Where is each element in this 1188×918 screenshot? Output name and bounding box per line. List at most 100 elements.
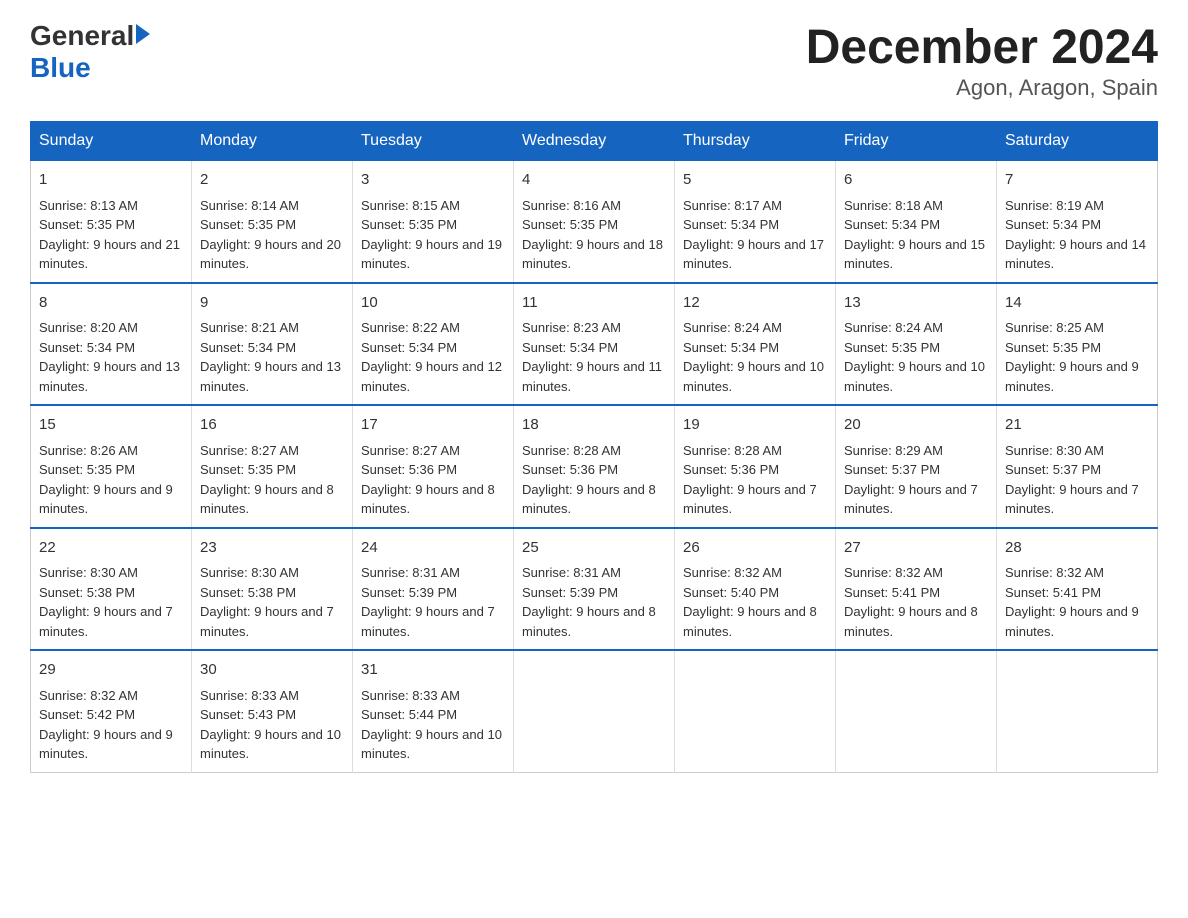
logo-arrow-icon <box>136 24 150 44</box>
sunrise-info: Sunrise: 8:24 AM <box>683 318 827 338</box>
location-title: Agon, Aragon, Spain <box>806 75 1158 101</box>
day-number: 24 <box>361 537 505 560</box>
daylight-info: Daylight: 9 hours and 10 minutes. <box>200 725 344 764</box>
day-number: 11 <box>522 292 666 315</box>
calendar-cell: 17 Sunrise: 8:27 AM Sunset: 5:36 PM Dayl… <box>353 405 514 528</box>
calendar-cell: 24 Sunrise: 8:31 AM Sunset: 5:39 PM Dayl… <box>353 528 514 651</box>
day-number: 14 <box>1005 292 1149 315</box>
daylight-info: Daylight: 9 hours and 19 minutes. <box>361 235 505 274</box>
sunset-info: Sunset: 5:34 PM <box>361 338 505 358</box>
day-number: 10 <box>361 292 505 315</box>
daylight-info: Daylight: 9 hours and 9 minutes. <box>39 725 183 764</box>
sunrise-info: Sunrise: 8:33 AM <box>200 686 344 706</box>
sunrise-info: Sunrise: 8:32 AM <box>844 563 988 583</box>
calendar-cell: 20 Sunrise: 8:29 AM Sunset: 5:37 PM Dayl… <box>836 405 997 528</box>
calendar-cell <box>514 650 675 772</box>
day-number: 25 <box>522 537 666 560</box>
sunrise-info: Sunrise: 8:30 AM <box>1005 441 1149 461</box>
sunset-info: Sunset: 5:42 PM <box>39 705 183 725</box>
day-number: 15 <box>39 414 183 437</box>
sunset-info: Sunset: 5:35 PM <box>39 215 183 235</box>
calendar-cell: 16 Sunrise: 8:27 AM Sunset: 5:35 PM Dayl… <box>192 405 353 528</box>
calendar-cell: 23 Sunrise: 8:30 AM Sunset: 5:38 PM Dayl… <box>192 528 353 651</box>
sunrise-info: Sunrise: 8:25 AM <box>1005 318 1149 338</box>
calendar-cell: 8 Sunrise: 8:20 AM Sunset: 5:34 PM Dayli… <box>31 283 192 406</box>
calendar-cell: 6 Sunrise: 8:18 AM Sunset: 5:34 PM Dayli… <box>836 161 997 283</box>
sunset-info: Sunset: 5:34 PM <box>1005 215 1149 235</box>
daylight-info: Daylight: 9 hours and 10 minutes. <box>683 357 827 396</box>
week-row-4: 22 Sunrise: 8:30 AM Sunset: 5:38 PM Dayl… <box>31 528 1158 651</box>
calendar-cell: 1 Sunrise: 8:13 AM Sunset: 5:35 PM Dayli… <box>31 161 192 283</box>
day-number: 23 <box>200 537 344 560</box>
sunrise-info: Sunrise: 8:21 AM <box>200 318 344 338</box>
sunset-info: Sunset: 5:41 PM <box>844 583 988 603</box>
daylight-info: Daylight: 9 hours and 8 minutes. <box>844 602 988 641</box>
sunrise-info: Sunrise: 8:19 AM <box>1005 196 1149 216</box>
daylight-info: Daylight: 9 hours and 8 minutes. <box>361 480 505 519</box>
calendar-cell: 12 Sunrise: 8:24 AM Sunset: 5:34 PM Dayl… <box>675 283 836 406</box>
day-number: 31 <box>361 659 505 682</box>
sunset-info: Sunset: 5:38 PM <box>200 583 344 603</box>
daylight-info: Daylight: 9 hours and 21 minutes. <box>39 235 183 274</box>
daylight-info: Daylight: 9 hours and 7 minutes. <box>1005 480 1149 519</box>
daylight-info: Daylight: 9 hours and 14 minutes. <box>1005 235 1149 274</box>
sunset-info: Sunset: 5:34 PM <box>683 338 827 358</box>
daylight-info: Daylight: 9 hours and 8 minutes. <box>683 602 827 641</box>
day-number: 9 <box>200 292 344 315</box>
day-number: 20 <box>844 414 988 437</box>
sunset-info: Sunset: 5:34 PM <box>39 338 183 358</box>
calendar-cell <box>675 650 836 772</box>
sunset-info: Sunset: 5:41 PM <box>1005 583 1149 603</box>
sunset-info: Sunset: 5:36 PM <box>522 460 666 480</box>
daylight-info: Daylight: 9 hours and 7 minutes. <box>844 480 988 519</box>
sunrise-info: Sunrise: 8:27 AM <box>361 441 505 461</box>
day-number: 17 <box>361 414 505 437</box>
sunrise-info: Sunrise: 8:16 AM <box>522 196 666 216</box>
sunset-info: Sunset: 5:34 PM <box>200 338 344 358</box>
header-wednesday: Wednesday <box>514 122 675 161</box>
day-number: 27 <box>844 537 988 560</box>
calendar-cell: 25 Sunrise: 8:31 AM Sunset: 5:39 PM Dayl… <box>514 528 675 651</box>
day-number: 13 <box>844 292 988 315</box>
sunrise-info: Sunrise: 8:30 AM <box>39 563 183 583</box>
sunset-info: Sunset: 5:40 PM <box>683 583 827 603</box>
calendar-cell: 30 Sunrise: 8:33 AM Sunset: 5:43 PM Dayl… <box>192 650 353 772</box>
daylight-info: Daylight: 9 hours and 9 minutes. <box>39 480 183 519</box>
sunset-info: Sunset: 5:34 PM <box>683 215 827 235</box>
sunset-info: Sunset: 5:35 PM <box>361 215 505 235</box>
logo: General Blue <box>30 20 150 84</box>
calendar-cell: 10 Sunrise: 8:22 AM Sunset: 5:34 PM Dayl… <box>353 283 514 406</box>
daylight-info: Daylight: 9 hours and 8 minutes. <box>522 480 666 519</box>
day-number: 8 <box>39 292 183 315</box>
daylight-info: Daylight: 9 hours and 15 minutes. <box>844 235 988 274</box>
sunrise-info: Sunrise: 8:33 AM <box>361 686 505 706</box>
header-saturday: Saturday <box>997 122 1158 161</box>
day-number: 1 <box>39 169 183 192</box>
calendar-cell: 9 Sunrise: 8:21 AM Sunset: 5:34 PM Dayli… <box>192 283 353 406</box>
sunrise-info: Sunrise: 8:23 AM <box>522 318 666 338</box>
sunrise-info: Sunrise: 8:32 AM <box>683 563 827 583</box>
calendar-cell: 19 Sunrise: 8:28 AM Sunset: 5:36 PM Dayl… <box>675 405 836 528</box>
daylight-info: Daylight: 9 hours and 18 minutes. <box>522 235 666 274</box>
day-number: 18 <box>522 414 666 437</box>
page-header: General Blue December 2024 Agon, Aragon,… <box>30 20 1158 101</box>
header-friday: Friday <box>836 122 997 161</box>
day-number: 22 <box>39 537 183 560</box>
sunset-info: Sunset: 5:44 PM <box>361 705 505 725</box>
week-row-1: 1 Sunrise: 8:13 AM Sunset: 5:35 PM Dayli… <box>31 161 1158 283</box>
sunset-info: Sunset: 5:39 PM <box>361 583 505 603</box>
calendar-cell: 18 Sunrise: 8:28 AM Sunset: 5:36 PM Dayl… <box>514 405 675 528</box>
calendar-cell: 3 Sunrise: 8:15 AM Sunset: 5:35 PM Dayli… <box>353 161 514 283</box>
title-section: December 2024 Agon, Aragon, Spain <box>806 20 1158 101</box>
daylight-info: Daylight: 9 hours and 11 minutes. <box>522 357 666 396</box>
sunrise-info: Sunrise: 8:18 AM <box>844 196 988 216</box>
calendar-table: SundayMondayTuesdayWednesdayThursdayFrid… <box>30 121 1158 773</box>
daylight-info: Daylight: 9 hours and 7 minutes. <box>200 602 344 641</box>
calendar-cell: 26 Sunrise: 8:32 AM Sunset: 5:40 PM Dayl… <box>675 528 836 651</box>
daylight-info: Daylight: 9 hours and 8 minutes. <box>200 480 344 519</box>
sunset-info: Sunset: 5:35 PM <box>522 215 666 235</box>
sunrise-info: Sunrise: 8:27 AM <box>200 441 344 461</box>
daylight-info: Daylight: 9 hours and 17 minutes. <box>683 235 827 274</box>
sunrise-info: Sunrise: 8:14 AM <box>200 196 344 216</box>
calendar-cell: 31 Sunrise: 8:33 AM Sunset: 5:44 PM Dayl… <box>353 650 514 772</box>
